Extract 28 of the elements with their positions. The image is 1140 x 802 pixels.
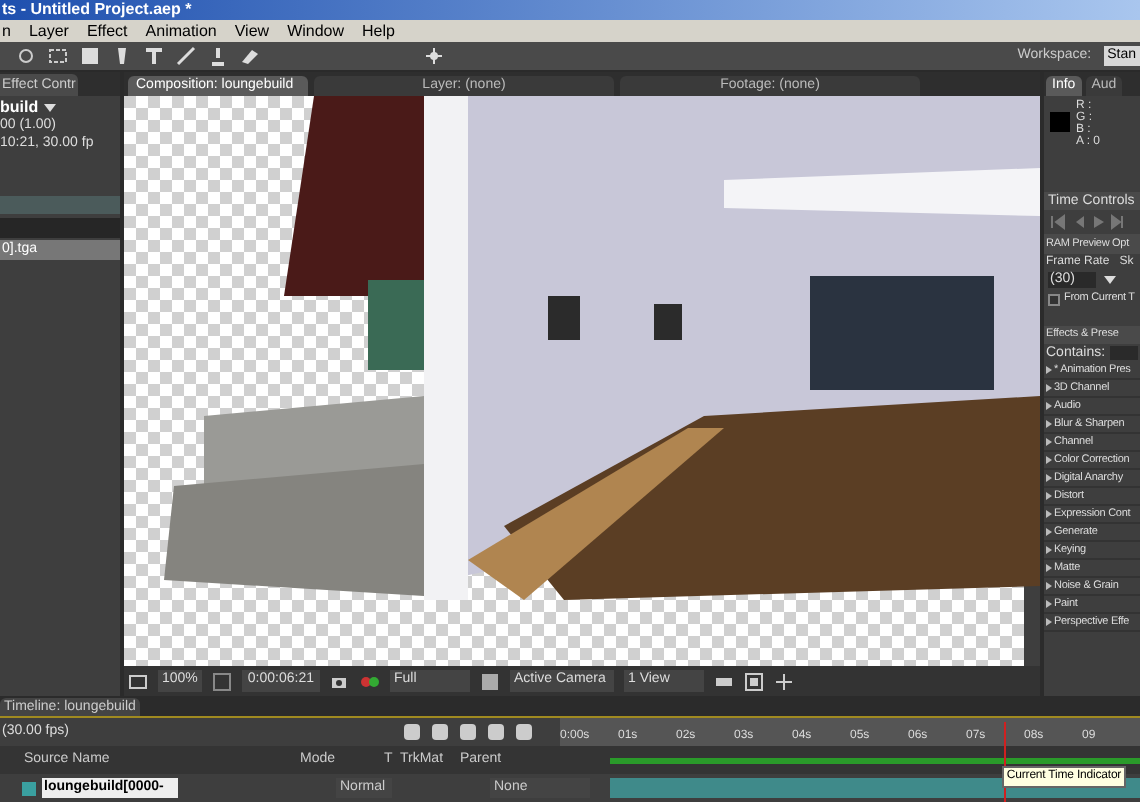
first-frame-icon[interactable] — [1050, 214, 1066, 230]
composition-name: build — [0, 98, 39, 116]
type-tool-icon[interactable] — [144, 46, 164, 66]
menu-item[interactable]: Effect — [86, 20, 128, 42]
channels-icon[interactable] — [360, 671, 380, 691]
next-frame-icon[interactable] — [1110, 214, 1126, 230]
axis-mode-icon[interactable] — [424, 46, 444, 66]
search-field[interactable] — [1109, 346, 1138, 360]
rectangle-tool-icon[interactable] — [80, 46, 100, 66]
menu-item[interactable]: Window — [287, 20, 345, 42]
brush-tool-icon[interactable] — [176, 46, 196, 66]
menu-item[interactable]: Help — [362, 20, 395, 42]
window-title: ts - Untitled Project.aep * — [2, 0, 192, 20]
pixel-aspect-icon[interactable] — [744, 671, 764, 691]
preview-icon[interactable] — [128, 671, 148, 691]
checkbox[interactable] — [1048, 293, 1060, 305]
menu-item[interactable]: Layer — [28, 20, 69, 42]
color-swatch — [1050, 112, 1070, 132]
work-area-bar[interactable] — [610, 757, 1140, 763]
eraser-tool-icon[interactable] — [240, 46, 260, 66]
menu-item[interactable]: View — [234, 20, 270, 42]
footage-icon — [22, 779, 36, 797]
play-icon[interactable] — [1090, 214, 1106, 230]
grid-icon[interactable] — [211, 671, 232, 691]
menu-item[interactable]: n — [2, 20, 11, 42]
menu-item[interactable]: Animation — [145, 20, 217, 42]
rotate-icon[interactable] — [16, 46, 36, 66]
caret-icon[interactable] — [1102, 272, 1118, 288]
